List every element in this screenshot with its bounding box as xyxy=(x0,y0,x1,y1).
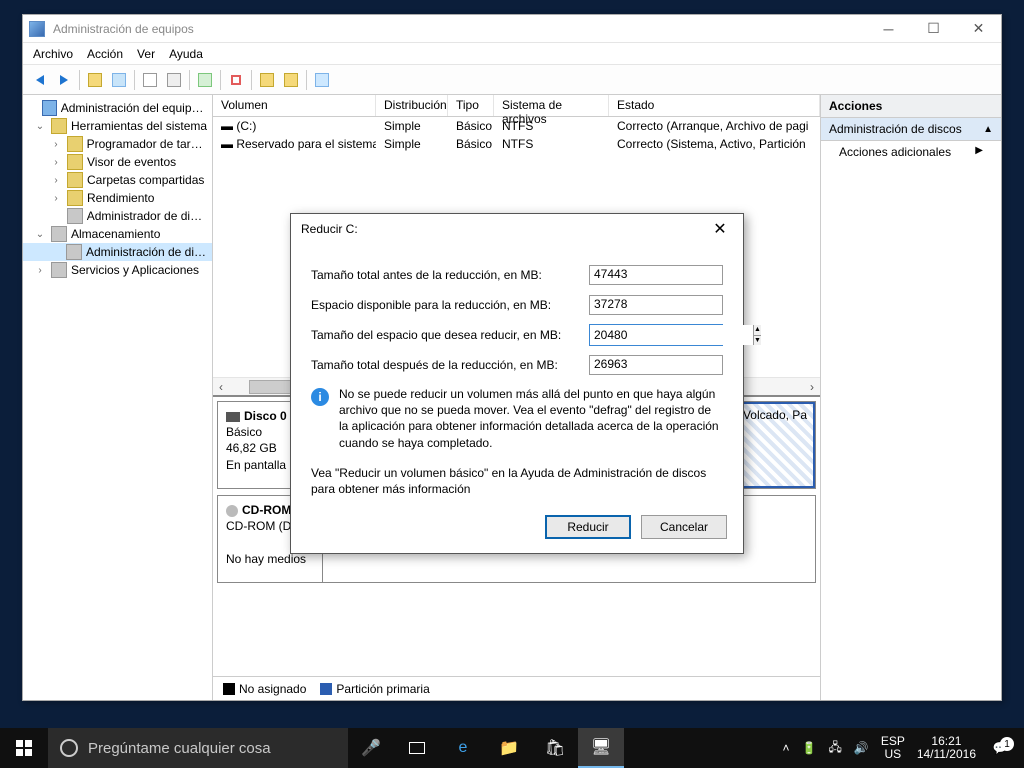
drive-icon: ▬ xyxy=(221,119,233,133)
dialog-title: Reducir C: xyxy=(301,222,707,236)
back-button[interactable] xyxy=(29,69,51,91)
col-layout[interactable]: Distribución xyxy=(376,95,448,116)
volume-icon[interactable]: 🔊 xyxy=(848,741,875,755)
cdrom-icon xyxy=(226,505,238,517)
tool-icon[interactable] xyxy=(163,69,185,91)
cortana-search[interactable]: Pregúntame cualquier cosa xyxy=(48,728,348,768)
toolbar xyxy=(23,65,1001,95)
actions-header: Acciones xyxy=(821,95,1001,118)
clock[interactable]: 16:2114/11/2016 xyxy=(911,735,982,761)
menubar: Archivo Acción Ver Ayuda xyxy=(23,43,1001,65)
menu-ayuda[interactable]: Ayuda xyxy=(169,47,203,61)
volume-row[interactable]: ▬ (C:) Simple Básico NTFS Correcto (Arra… xyxy=(213,117,820,135)
tree-services[interactable]: ›Servicios y Aplicaciones xyxy=(23,261,212,279)
menu-archivo[interactable]: Archivo xyxy=(33,47,73,61)
help-text: Vea "Reducir un volumen básico" en la Ay… xyxy=(311,465,723,497)
drive-icon: ▬ xyxy=(221,137,233,151)
tool-icon[interactable] xyxy=(225,69,247,91)
value-available: 37278 xyxy=(589,295,723,315)
tree-storage[interactable]: ⌄Almacenamiento xyxy=(23,225,212,243)
volume-header[interactable]: Volumen Distribución Tipo Sistema de arc… xyxy=(213,95,820,117)
tree-devicemanager[interactable]: Administrador de dispo xyxy=(23,207,212,225)
volume-row[interactable]: ▬ Reservado para el sistema Simple Básic… xyxy=(213,135,820,153)
tool-icon[interactable] xyxy=(311,69,333,91)
tree-diskmanagement[interactable]: Administración de disco xyxy=(23,243,212,261)
cortana-icon xyxy=(60,739,78,757)
info-icon: i xyxy=(311,388,329,406)
tool-icon[interactable] xyxy=(256,69,278,91)
explorer-icon[interactable]: 📁 xyxy=(486,728,532,768)
col-type[interactable]: Tipo xyxy=(448,95,494,116)
menu-ver[interactable]: Ver xyxy=(137,47,155,61)
windows-icon xyxy=(16,740,32,756)
chevron-right-icon: ▶ xyxy=(975,145,983,159)
language-indicator[interactable]: ESPUS xyxy=(875,735,911,761)
collapse-icon: ▲ xyxy=(983,124,993,135)
tool-icon[interactable] xyxy=(139,69,161,91)
titlebar[interactable]: Administración de equipos ─ ☐ ✕ xyxy=(23,15,1001,43)
taskbar[interactable]: Pregúntame cualquier cosa 🎤 e 📁 🛍 🖥 ˄ 🔋 … xyxy=(0,728,1024,768)
window-title: Administración de equipos xyxy=(53,22,866,36)
tree-root[interactable]: Administración del equipo (loc xyxy=(23,99,212,117)
network-icon[interactable]: 🖧 xyxy=(822,738,847,759)
compmgmt-taskbar-icon[interactable]: 🖥 xyxy=(578,728,624,768)
tree-eventviewer[interactable]: ›Visor de eventos xyxy=(23,153,212,171)
dialog-close-button[interactable]: ✕ xyxy=(707,219,733,239)
cancel-button[interactable]: Cancelar xyxy=(641,515,727,539)
actions-section[interactable]: Administración de discos▲ xyxy=(821,118,1001,141)
info-text: No se puede reducir un volumen más allá … xyxy=(339,386,723,451)
spinner-up[interactable]: ▲ xyxy=(754,325,761,336)
tree-shared[interactable]: ›Carpetas compartidas xyxy=(23,171,212,189)
col-volume[interactable]: Volumen xyxy=(213,95,376,116)
action-center-icon[interactable]: 💬1 xyxy=(982,741,1018,755)
battery-icon[interactable]: 🔋 xyxy=(796,741,823,755)
search-placeholder: Pregúntame cualquier cosa xyxy=(88,740,271,757)
tool-icon[interactable] xyxy=(84,69,106,91)
shrink-button[interactable]: Reducir xyxy=(545,515,631,539)
value-total-before: 47443 xyxy=(589,265,723,285)
edge-icon[interactable]: e xyxy=(440,728,486,768)
minimize-button[interactable]: ─ xyxy=(866,15,911,42)
tree-scheduler[interactable]: ›Programador de tareas xyxy=(23,135,212,153)
label-available: Espacio disponible para la reducción, en… xyxy=(311,298,589,312)
start-button[interactable] xyxy=(0,728,48,768)
shrink-spinner[interactable]: ▲ ▼ xyxy=(589,324,723,346)
store-icon[interactable]: 🛍 xyxy=(532,728,578,768)
spinner-down[interactable]: ▼ xyxy=(754,336,761,346)
actions-pane: Acciones Administración de discos▲ Accio… xyxy=(821,95,1001,700)
value-total-after: 26963 xyxy=(589,355,723,375)
tool-icon[interactable] xyxy=(280,69,302,91)
tool-icon[interactable] xyxy=(194,69,216,91)
close-button[interactable]: ✕ xyxy=(956,15,1001,42)
taskview-icon[interactable] xyxy=(394,728,440,768)
menu-accion[interactable]: Acción xyxy=(87,47,123,61)
forward-button[interactable] xyxy=(53,69,75,91)
nav-tree[interactable]: Administración del equipo (loc ⌄Herramie… xyxy=(23,95,213,700)
col-filesystem[interactable]: Sistema de archivos xyxy=(494,95,609,116)
dialog-titlebar[interactable]: Reducir C: ✕ xyxy=(291,214,743,244)
maximize-button[interactable]: ☐ xyxy=(911,15,956,42)
tree-performance[interactable]: ›Rendimiento xyxy=(23,189,212,207)
label-total-before: Tamaño total antes de la reducción, en M… xyxy=(311,268,589,282)
legend: No asignado Partición primaria xyxy=(213,676,820,700)
tree-tools[interactable]: ⌄Herramientas del sistema xyxy=(23,117,212,135)
tool-icon[interactable] xyxy=(108,69,130,91)
tray-overflow-icon[interactable]: ˄ xyxy=(777,741,796,755)
app-icon xyxy=(29,21,45,37)
label-shrink-amount: Tamaño del espacio que desea reducir, en… xyxy=(311,328,589,342)
col-status[interactable]: Estado xyxy=(609,95,820,116)
shrink-input[interactable] xyxy=(590,325,753,345)
shrink-dialog: Reducir C: ✕ Tamaño total antes de la re… xyxy=(290,213,744,554)
system-tray[interactable]: ˄ 🔋 🖧 🔊 ESPUS 16:2114/11/2016 💬1 xyxy=(777,728,1024,768)
label-total-after: Tamaño total después de la reducción, en… xyxy=(311,358,589,372)
disk-icon xyxy=(226,412,240,422)
mic-icon[interactable]: 🎤 xyxy=(348,728,394,768)
actions-more[interactable]: Acciones adicionales▶ xyxy=(821,141,1001,163)
